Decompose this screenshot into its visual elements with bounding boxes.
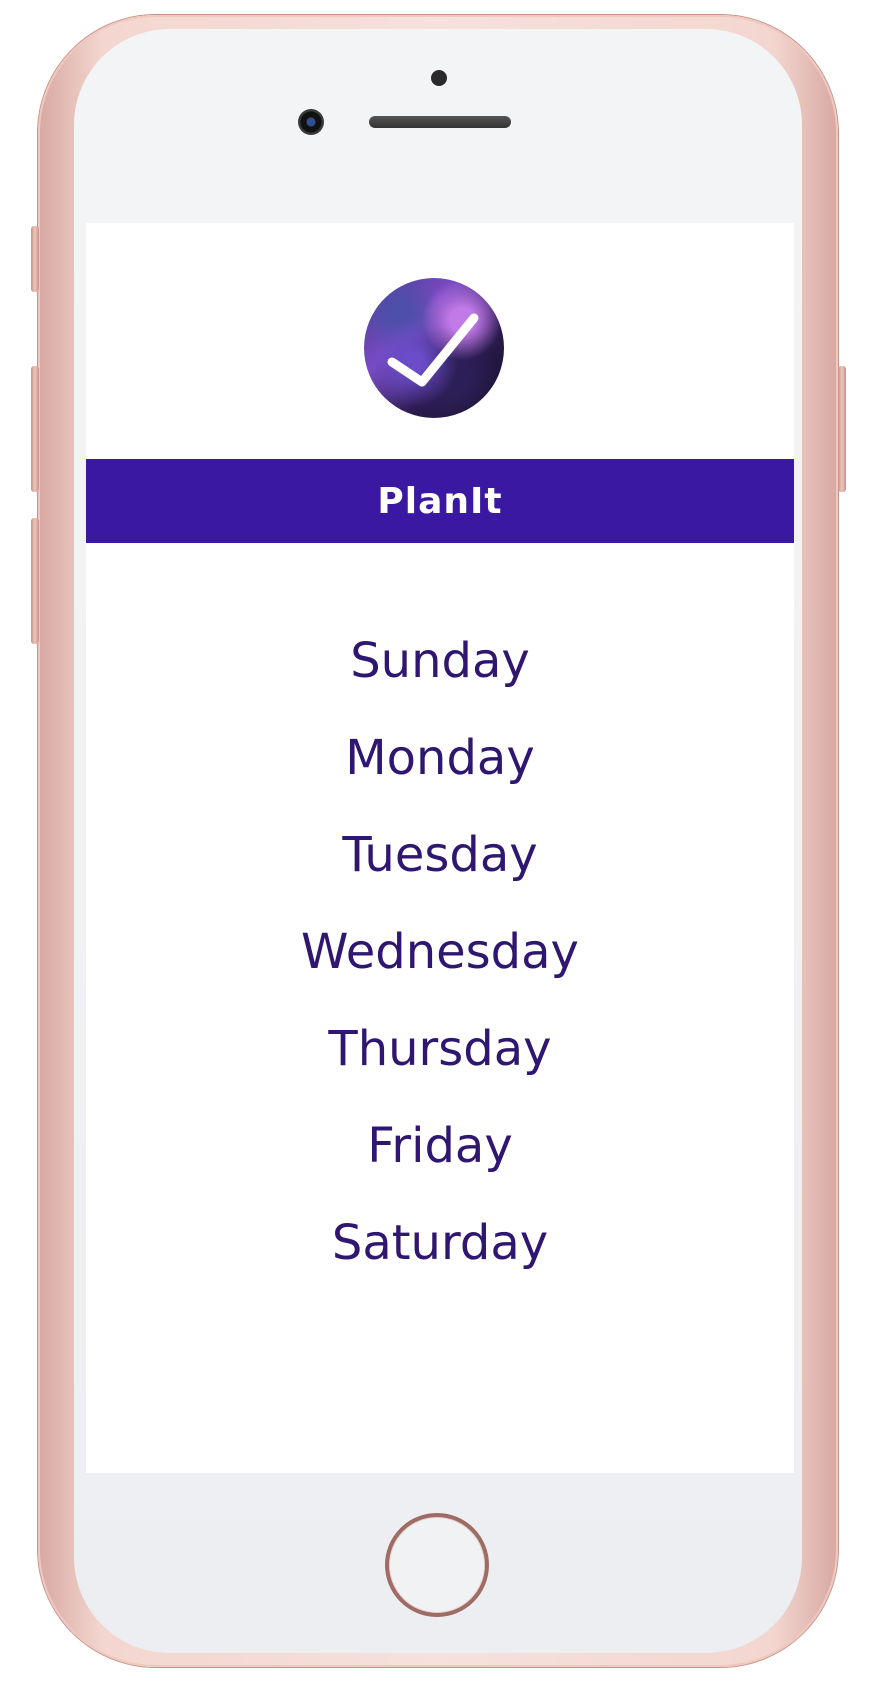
mute-switch: [31, 226, 39, 292]
day-item-saturday[interactable]: Saturday: [86, 1195, 794, 1292]
checkmark-icon: [387, 313, 479, 387]
earpiece-speaker: [369, 116, 511, 128]
day-item-tuesday[interactable]: Tuesday: [86, 807, 794, 904]
day-item-thursday[interactable]: Thursday: [86, 1001, 794, 1098]
app-screen: PlanIt Sunday Monday Tuesday Wednesday T…: [86, 223, 794, 1473]
app-title-bar: PlanIt: [86, 459, 794, 543]
day-item-monday[interactable]: Monday: [86, 710, 794, 807]
days-list: Sunday Monday Tuesday Wednesday Thursday…: [86, 613, 794, 1292]
checkmark-galaxy-icon: [364, 278, 504, 418]
day-item-wednesday[interactable]: Wednesday: [86, 904, 794, 1001]
volume-up-button: [31, 366, 39, 492]
day-item-friday[interactable]: Friday: [86, 1098, 794, 1195]
proximity-sensor: [431, 70, 447, 86]
day-item-sunday[interactable]: Sunday: [86, 613, 794, 710]
power-button: [838, 366, 846, 492]
front-camera: [298, 109, 324, 135]
volume-down-button: [31, 518, 39, 644]
app-title: PlanIt: [377, 480, 503, 522]
home-button[interactable]: [385, 1513, 489, 1617]
